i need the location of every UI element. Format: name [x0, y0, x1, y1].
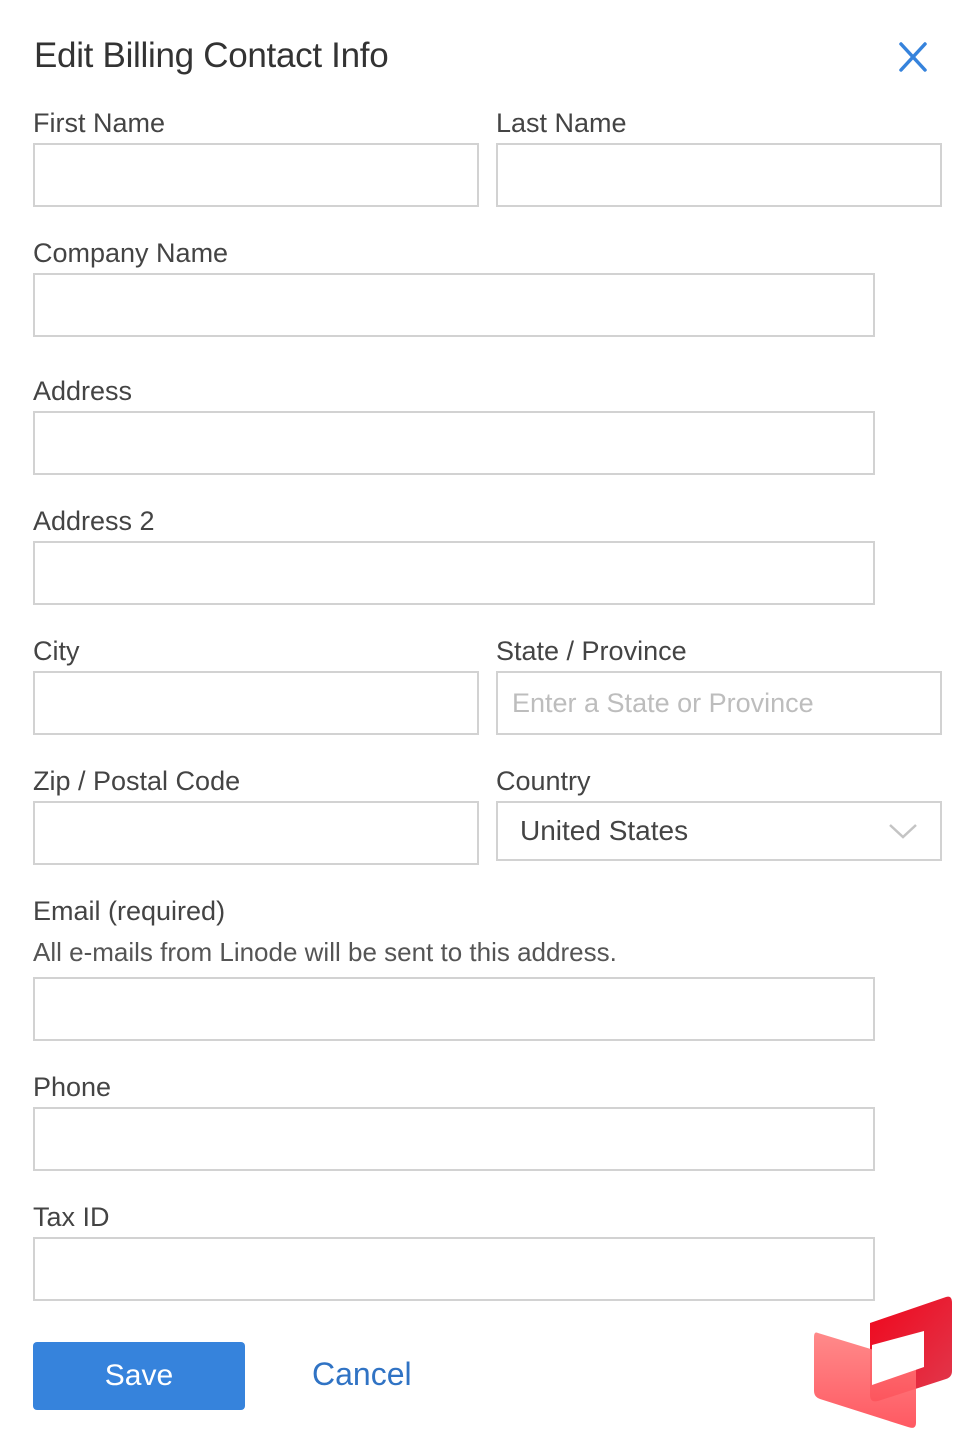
brand-logo-icon: [814, 1296, 952, 1428]
state-input[interactable]: [496, 671, 942, 735]
phone-label: Phone: [33, 1072, 112, 1102]
city-label: City: [33, 636, 80, 666]
tax-id-input[interactable]: [33, 1237, 875, 1301]
email-helper-text: All e-mails from Linode will be sent to …: [33, 937, 617, 967]
email-input[interactable]: [33, 977, 875, 1041]
tax-id-label: Tax ID: [33, 1202, 110, 1232]
state-label: State / Province: [496, 636, 687, 666]
city-input[interactable]: [33, 671, 479, 735]
close-button[interactable]: [893, 38, 933, 78]
zip-label: Zip / Postal Code: [33, 766, 241, 796]
address2-label: Address 2: [33, 506, 155, 536]
cancel-button[interactable]: Cancel: [312, 1356, 412, 1393]
address-input[interactable]: [33, 411, 875, 475]
close-x-icon: [899, 42, 927, 72]
company-name-input[interactable]: [33, 273, 875, 337]
country-selected-value: United States: [520, 815, 689, 846]
dialog-title: Edit Billing Contact Info: [34, 36, 389, 75]
country-select[interactable]: United States: [496, 801, 942, 861]
address-label: Address: [33, 376, 133, 406]
last-name-input[interactable]: [496, 143, 942, 207]
save-button[interactable]: Save: [33, 1342, 245, 1410]
phone-input[interactable]: [33, 1107, 875, 1171]
company-name-label: Company Name: [33, 238, 229, 268]
zip-input[interactable]: [33, 801, 479, 865]
first-name-input[interactable]: [33, 143, 479, 207]
email-label: Email (required): [33, 896, 226, 926]
first-name-label: First Name: [33, 108, 166, 138]
country-label: Country: [496, 766, 591, 796]
chevron-down-icon: [889, 824, 917, 839]
address2-input[interactable]: [33, 541, 875, 605]
last-name-label: Last Name: [496, 108, 627, 138]
